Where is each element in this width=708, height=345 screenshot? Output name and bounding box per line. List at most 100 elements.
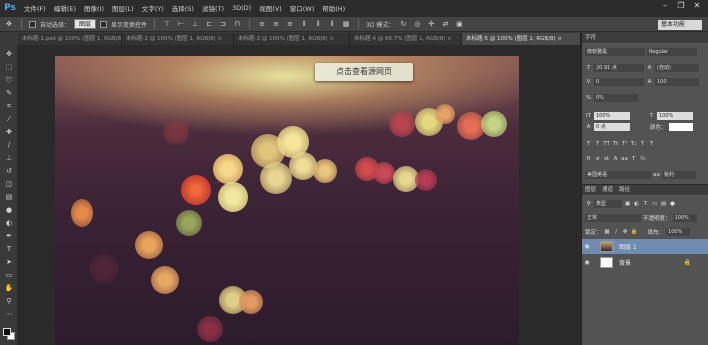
horizontal-scale-field[interactable]: 100% (657, 111, 693, 120)
text-color-swatch[interactable] (668, 122, 693, 131)
filter-smart-icon[interactable]: ▤ (660, 200, 667, 208)
lock-all-icon[interactable]: 🔒 (631, 228, 638, 236)
swash-icon[interactable]: st (603, 155, 610, 163)
layer-row[interactable]: ◉ 背景 🔒 (582, 255, 708, 270)
dodge-icon[interactable]: ◐ (3, 218, 15, 228)
3d-roll-icon[interactable]: ◎ (412, 19, 422, 29)
align-middle-icon[interactable]: ⊢ (176, 19, 186, 29)
auto-align-icon[interactable]: ▦ (341, 19, 351, 29)
move-tool-preset-icon[interactable]: ✥ (4, 19, 14, 29)
move-icon[interactable]: ✥ (3, 49, 15, 59)
tab-paths[interactable]: 路径 (619, 185, 630, 195)
character-tab[interactable]: 字符 (585, 33, 596, 43)
shape-icon[interactable]: ▭ (3, 270, 15, 280)
superscript-icon[interactable]: T¹ (621, 140, 628, 148)
visibility-eye-icon[interactable]: ◉ (582, 259, 592, 266)
ligature-icon[interactable]: fi (585, 155, 592, 163)
distribute-right-icon[interactable]: ⦀ (327, 19, 337, 29)
small-caps-icon[interactable]: Tt (612, 140, 619, 148)
layer-kind-dropdown[interactable]: 类型 (594, 199, 622, 208)
tab-layers[interactable]: 图层 (585, 185, 596, 195)
align-bottom-icon[interactable]: ⊥ (190, 19, 200, 29)
opacity-field[interactable]: 100% (672, 213, 697, 222)
leading-field[interactable]: (自动) (655, 63, 699, 72)
distribute-top-icon[interactable]: ≡ (257, 19, 267, 29)
font-family-dropdown[interactable]: 微软雅黑 (585, 47, 645, 56)
tab-channels[interactable]: 通道 (602, 185, 613, 195)
subscript-icon[interactable]: T₁ (630, 140, 637, 148)
menu-view[interactable]: 视图(V) (255, 3, 286, 13)
ordinal-icon[interactable]: T (630, 155, 637, 163)
anti-alias-dropdown[interactable]: 锐利 (662, 170, 696, 179)
gradient-icon[interactable]: ▤ (3, 192, 15, 202)
eraser-icon[interactable]: ◫ (3, 179, 15, 189)
menu-edit[interactable]: 编辑(E) (50, 3, 80, 13)
filter-shape-icon[interactable]: ▭ (651, 200, 658, 208)
align-left-icon[interactable]: ⊏ (204, 19, 214, 29)
menu-select[interactable]: 选择(S) (168, 3, 198, 13)
menu-3d[interactable]: 3D(D) (228, 4, 255, 12)
kerning-field[interactable]: 0 (594, 77, 644, 86)
menu-help[interactable]: 帮助(H) (318, 3, 349, 13)
visibility-eye-icon[interactable]: ◉ (582, 243, 592, 250)
document-tab-5[interactable]: 未标题-5 @ 100% (图层 1, RGB/8) × (462, 33, 581, 45)
menu-type[interactable]: 文字(Y) (138, 3, 168, 13)
align-center-icon[interactable]: ⊐ (218, 19, 228, 29)
distribute-left-icon[interactable]: ⦀ (299, 19, 309, 29)
minimize-button[interactable]: – (658, 0, 672, 11)
document-tab-2[interactable]: 未标题-2 @ 100% (图层 1, RGB/8) × (122, 33, 234, 45)
watermark-overlay[interactable]: 点击查看源网页 (315, 63, 413, 81)
canvas-area[interactable]: 点击查看源网页 (18, 45, 581, 345)
lock-move-icon[interactable]: ✥ (622, 228, 629, 236)
underline-icon[interactable]: T (639, 140, 646, 148)
baseline-field[interactable]: 0 点 (594, 122, 630, 131)
blur-icon[interactable]: ● (3, 205, 15, 215)
pen-icon[interactable]: ✒ (3, 231, 15, 241)
restore-button[interactable]: ❐ (674, 0, 688, 11)
auto-select-checkbox[interactable] (29, 20, 36, 28)
fraction-icon[interactable]: ½ (639, 155, 646, 163)
filter-type-icon[interactable]: T (642, 200, 649, 208)
strikethrough-icon[interactable]: T (648, 140, 655, 148)
3d-scale-icon[interactable]: ▣ (454, 19, 464, 29)
lock-transparent-icon[interactable]: ▦ (604, 228, 611, 236)
faux-bold-icon[interactable]: T (585, 140, 592, 148)
path-select-icon[interactable]: ➤ (3, 257, 15, 267)
stylistic-icon[interactable]: A (612, 155, 619, 163)
lock-brush-icon[interactable]: ∕ (613, 228, 620, 236)
menu-file[interactable]: 文件(F) (20, 3, 50, 13)
auto-select-dropdown[interactable]: 图层 (74, 19, 97, 29)
menu-layer[interactable]: 图层(L) (108, 3, 138, 13)
hand-icon[interactable]: ✋ (3, 283, 15, 293)
marquee-icon[interactable]: ⬚ (3, 62, 15, 72)
heal-icon[interactable]: ✚ (3, 127, 15, 137)
faux-italic-icon[interactable]: T (594, 140, 601, 148)
type-icon[interactable]: T (3, 244, 15, 254)
foreground-color-swatch[interactable] (3, 328, 11, 336)
discretionary-icon[interactable]: ơ (594, 155, 601, 163)
eyedropper-icon[interactable]: ⁄ (3, 114, 15, 124)
3d-pan-icon[interactable]: ✣ (426, 19, 436, 29)
menu-window[interactable]: 窗口(W) (286, 3, 319, 13)
zoom-icon[interactable]: ⚲ (3, 296, 15, 306)
tracking-field[interactable]: 100 (655, 77, 699, 86)
close-button[interactable]: ✕ (690, 0, 704, 11)
titling-icon[interactable]: aa (621, 155, 628, 163)
more-tools-icon[interactable]: ⋯ (3, 309, 15, 319)
crop-icon[interactable]: ⌗ (3, 101, 15, 111)
document-tab-3[interactable]: 未标题-3 @ 100% (图层 1, RGB/8) × (234, 33, 350, 45)
workspace-dropdown[interactable]: 基本功能 (658, 20, 702, 30)
stamp-icon[interactable]: ⊥ (3, 153, 15, 163)
document-tab-4[interactable]: 未标题-4 @ 66.7% (图层 1, RGB/8) × (350, 33, 462, 45)
3d-slide-icon[interactable]: ⇄ (440, 19, 450, 29)
distribute-bottom-icon[interactable]: ≡ (285, 19, 295, 29)
lasso-icon[interactable]: ➰ (3, 75, 15, 85)
language-dropdown[interactable]: 美国英语 (585, 170, 651, 179)
show-transform-checkbox[interactable] (100, 20, 108, 28)
brush-icon[interactable]: ∕ (3, 140, 15, 150)
align-right-icon[interactable]: ⊓ (232, 19, 242, 29)
menu-image[interactable]: 图像(I) (80, 3, 108, 13)
bokeh-photo[interactable]: 点击查看源网页 (55, 56, 519, 345)
fill-field[interactable]: 100% (666, 227, 691, 236)
distribute-middle-icon[interactable]: ≡ (271, 19, 281, 29)
